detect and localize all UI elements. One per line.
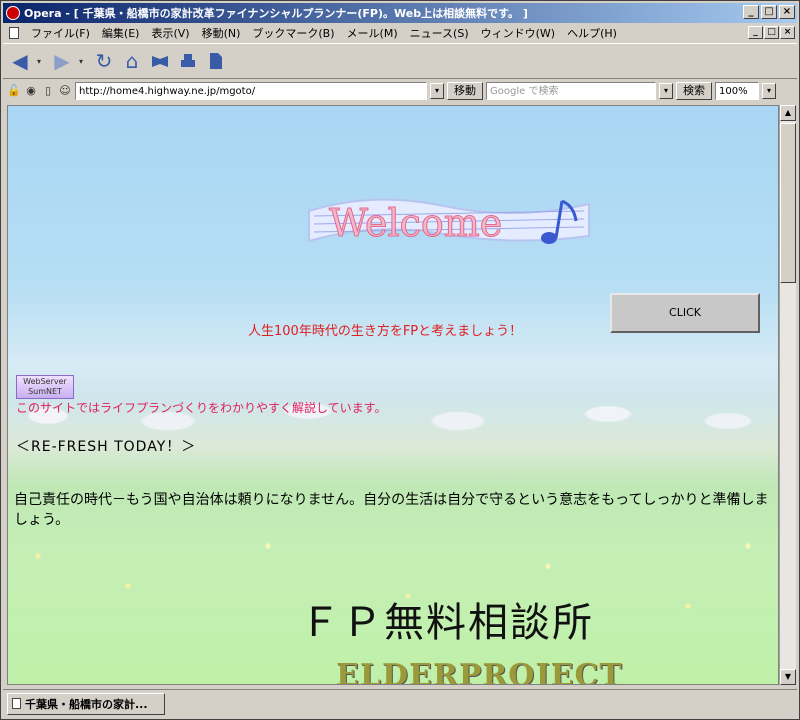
hotlist-icon[interactable] <box>149 50 171 72</box>
site-description: このサイトではライフプランづくりをわかりやすく解説しています。 <box>16 401 387 415</box>
opera-logo-icon <box>6 6 20 20</box>
menu-bar: ファイル(F) 編集(E) 表示(V) 移動(N) ブックマーク(B) メール(… <box>3 23 797 42</box>
elderproject-logo: ELDERPROJECT <box>336 658 623 685</box>
browser-window: Opera - [ 千葉県・船橋市の家計改革ファイナンシャルプランナー(FP)。… <box>0 0 800 720</box>
back-history-dropdown-icon[interactable]: ▾ <box>37 57 45 66</box>
maximize-button[interactable]: □ <box>761 5 777 19</box>
url-dropdown-icon[interactable]: ▾ <box>430 83 444 99</box>
status-bar: 千葉県・船橋市の家計... <box>3 689 797 717</box>
window-title: Opera - [ 千葉県・船橋市の家計改革ファイナンシャルプランナー(FP)。… <box>24 7 528 20</box>
title-bar: Opera - [ 千葉県・船橋市の家計改革ファイナンシャルプランナー(FP)。… <box>3 3 797 23</box>
minimize-button[interactable]: _ <box>743 5 759 19</box>
menu-view[interactable]: 表示(V) <box>145 25 195 41</box>
menu-window[interactable]: ウィンドウ(W) <box>475 25 561 41</box>
home-icon[interactable]: ⌂ <box>121 49 143 73</box>
search-input[interactable] <box>486 82 656 100</box>
window-controls: _ □ × <box>743 5 795 19</box>
scroll-up-icon[interactable]: ▲ <box>780 105 796 121</box>
tagline: 人生100年時代の生き方をFPと考えましょう！ <box>248 324 523 339</box>
search-engine-dropdown-icon[interactable]: ▾ <box>659 83 673 99</box>
print-icon[interactable] <box>177 50 199 72</box>
zoom-input[interactable] <box>715 82 759 100</box>
doc-minimize-button[interactable]: _ <box>748 26 763 39</box>
lock-icon[interactable]: 🔓 <box>7 84 21 98</box>
page-content: Welcome CLICK 人生100年時代の生き方をFPと考えましょう！ We… <box>7 105 779 685</box>
reload-icon[interactable]: ↻ <box>93 49 115 73</box>
back-icon[interactable]: ◀ <box>9 49 31 73</box>
welcome-banner: Welcome <box>308 198 590 246</box>
tab-title: 千葉県・船橋市の家計... <box>25 697 148 711</box>
badge-line-2: SumNET <box>28 387 62 396</box>
fp-consultation-title: ＦＰ無料相談所 <box>300 600 594 646</box>
menu-mail[interactable]: メール(M) <box>341 25 404 41</box>
address-bar: 🔓 ◉ ▯ ☺ ▾ 移動 ▾ 検索 ▾ <box>3 80 797 102</box>
click-button[interactable]: CLICK <box>610 293 760 333</box>
scroll-down-icon[interactable]: ▼ <box>780 669 796 685</box>
refresh-heading: ＜RE-FRESH TODAY！＞ <box>16 439 197 455</box>
main-toolbar: ◀ ▾ ▶ ▾ ↻ ⌂ <box>3 43 797 79</box>
menu-news[interactable]: ニュース(S) <box>404 25 475 41</box>
intro-paragraph: 自己責任の時代－もう国や自治体は頼りになりません。自分の生活は自分で守るという意… <box>14 492 769 528</box>
scroll-thumb[interactable] <box>780 123 796 283</box>
search-button[interactable]: 検索 <box>676 82 712 100</box>
camera-icon[interactable]: ◉ <box>24 84 38 98</box>
badge-line-1: WebServer <box>23 377 67 386</box>
welcome-text: Welcome <box>329 201 502 245</box>
menu-bookmarks[interactable]: ブックマーク(B) <box>246 25 340 41</box>
doc-restore-button[interactable]: □ <box>764 26 779 39</box>
vertical-scrollbar[interactable]: ▲ ▼ <box>779 105 796 685</box>
page-icon[interactable] <box>205 50 227 72</box>
menu-edit[interactable]: 編集(E) <box>96 25 146 41</box>
page-info-icon[interactable]: ▯ <box>41 84 55 98</box>
close-button[interactable]: × <box>779 5 795 19</box>
zoom-dropdown-icon[interactable]: ▾ <box>762 83 776 99</box>
menu-file[interactable]: ファイル(F) <box>25 25 96 41</box>
menu-navigate[interactable]: 移動(N) <box>196 25 247 41</box>
user-icon[interactable]: ☺ <box>58 84 72 98</box>
page-tab[interactable]: 千葉県・船橋市の家計... <box>7 692 165 715</box>
url-input[interactable] <box>75 82 427 100</box>
webserver-badge[interactable]: WebServer SumNET <box>16 375 74 399</box>
tab-document-icon <box>12 698 21 709</box>
doc-close-button[interactable]: × <box>780 26 795 39</box>
forward-icon[interactable]: ▶ <box>51 49 73 73</box>
go-button[interactable]: 移動 <box>447 82 483 100</box>
menu-help[interactable]: ヘルプ(H) <box>561 25 623 41</box>
document-icon[interactable] <box>9 26 19 39</box>
forward-history-dropdown-icon[interactable]: ▾ <box>79 57 87 66</box>
document-window-controls: _ □ × <box>748 26 795 39</box>
